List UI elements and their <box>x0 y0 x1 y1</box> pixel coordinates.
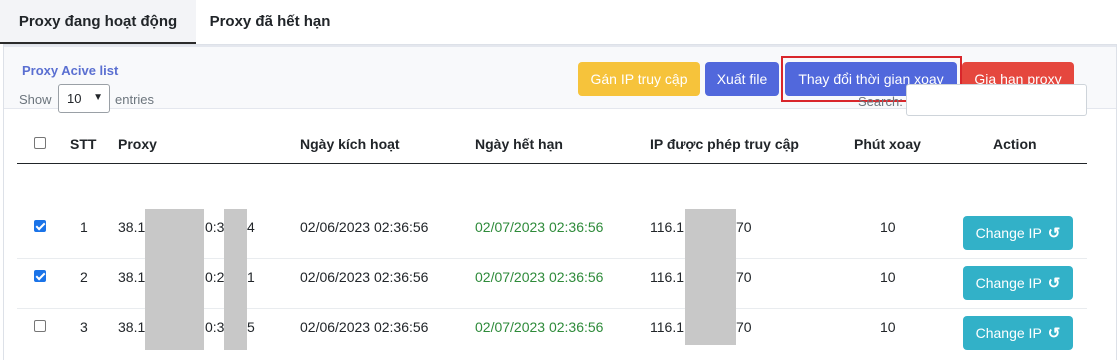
row-stt: 3 <box>80 319 88 335</box>
export-file-button[interactable]: Xuất file <box>705 62 779 96</box>
page-size-value: 10 <box>67 91 82 106</box>
column-header-expires: Ngày hết hạn <box>475 136 563 152</box>
rotate-ccw-icon: ↺ <box>1047 225 1061 242</box>
change-ip-button[interactable]: Change IP ↺ <box>963 316 1073 350</box>
row-checkbox[interactable] <box>34 270 46 282</box>
redaction-mask <box>145 209 204 350</box>
rotate-ccw-icon: ↺ <box>1047 325 1061 342</box>
tab-expired-proxies[interactable]: Proxy đã hết hạn <box>196 0 344 44</box>
entries-label: entries <box>115 92 155 107</box>
proxy-address-part: 4 <box>247 219 255 235</box>
allowed-ip-part: 70 <box>736 219 752 235</box>
proxy-address-part: 38.1 <box>118 319 146 335</box>
redaction-mask <box>224 209 247 350</box>
column-header-activated: Ngày kích hoạt <box>300 136 400 152</box>
allowed-ip-part: 116.1 <box>650 319 684 335</box>
change-ip-label: Change IP <box>975 275 1042 291</box>
row-stt: 2 <box>80 269 88 285</box>
change-ip-button[interactable]: Change IP ↺ <box>963 216 1073 250</box>
tab-bar: Proxy đang hoạt động Proxy đã hết hạn <box>0 0 1119 44</box>
show-label: Show <box>19 92 52 107</box>
activated-date: 02/06/2023 02:36:56 <box>300 219 429 235</box>
rotate-ccw-icon: ↺ <box>1047 275 1061 292</box>
search-label: Search: <box>858 94 903 109</box>
tab-active-proxies[interactable]: Proxy đang hoạt động <box>0 0 196 44</box>
rotation-minutes: 10 <box>880 269 896 285</box>
proxy-address-part: 0:3 <box>205 319 225 335</box>
proxy-address-part: 0:2 <box>205 269 225 285</box>
proxy-address-part: 38.1 <box>118 269 146 285</box>
select-all-checkbox[interactable] <box>34 137 46 149</box>
expiry-date: 02/07/2023 02:36:56 <box>475 219 604 235</box>
card-title: Proxy Acive list <box>22 63 119 78</box>
redaction-mask <box>685 209 736 345</box>
column-header-allowed-ip: IP được phép truy cập <box>650 136 799 152</box>
column-header-action: Action <box>993 136 1037 152</box>
column-header-stt: STT <box>70 136 97 152</box>
change-ip-button[interactable]: Change IP ↺ <box>963 266 1073 300</box>
change-ip-label: Change IP <box>975 225 1042 241</box>
row-checkbox[interactable] <box>34 320 46 332</box>
proxy-address-part: 38.1 <box>118 219 146 235</box>
expiry-date: 02/07/2023 02:36:56 <box>475 269 604 285</box>
proxy-address-part: 0:3 <box>205 219 225 235</box>
page-size-select[interactable]: 10 ▼ <box>58 84 110 113</box>
activated-date: 02/06/2023 02:36:56 <box>300 269 429 285</box>
allowed-ip-part: 70 <box>736 269 752 285</box>
column-header-rotation-minutes: Phút xoay <box>854 136 921 152</box>
chevron-down-icon: ▼ <box>93 92 103 103</box>
row-checkbox[interactable] <box>34 220 46 232</box>
rotation-minutes: 10 <box>880 319 896 335</box>
change-ip-label: Change IP <box>975 325 1042 341</box>
allowed-ip-part: 116.1 <box>650 219 684 235</box>
header-divider <box>17 163 1087 164</box>
allowed-ip-part: 70 <box>736 319 752 335</box>
activated-date: 02/06/2023 02:36:56 <box>300 319 429 335</box>
allowed-ip-part: 116.1 <box>650 269 684 285</box>
proxy-address-part: 5 <box>247 319 255 335</box>
rotation-minutes: 10 <box>880 219 896 235</box>
expiry-date: 02/07/2023 02:36:56 <box>475 319 604 335</box>
allow-ip-button[interactable]: Gán IP truy cập <box>578 62 700 96</box>
column-header-proxy: Proxy <box>118 136 157 152</box>
search-input[interactable] <box>906 84 1087 116</box>
proxy-address-part: 1 <box>247 269 255 285</box>
row-stt: 1 <box>80 219 88 235</box>
